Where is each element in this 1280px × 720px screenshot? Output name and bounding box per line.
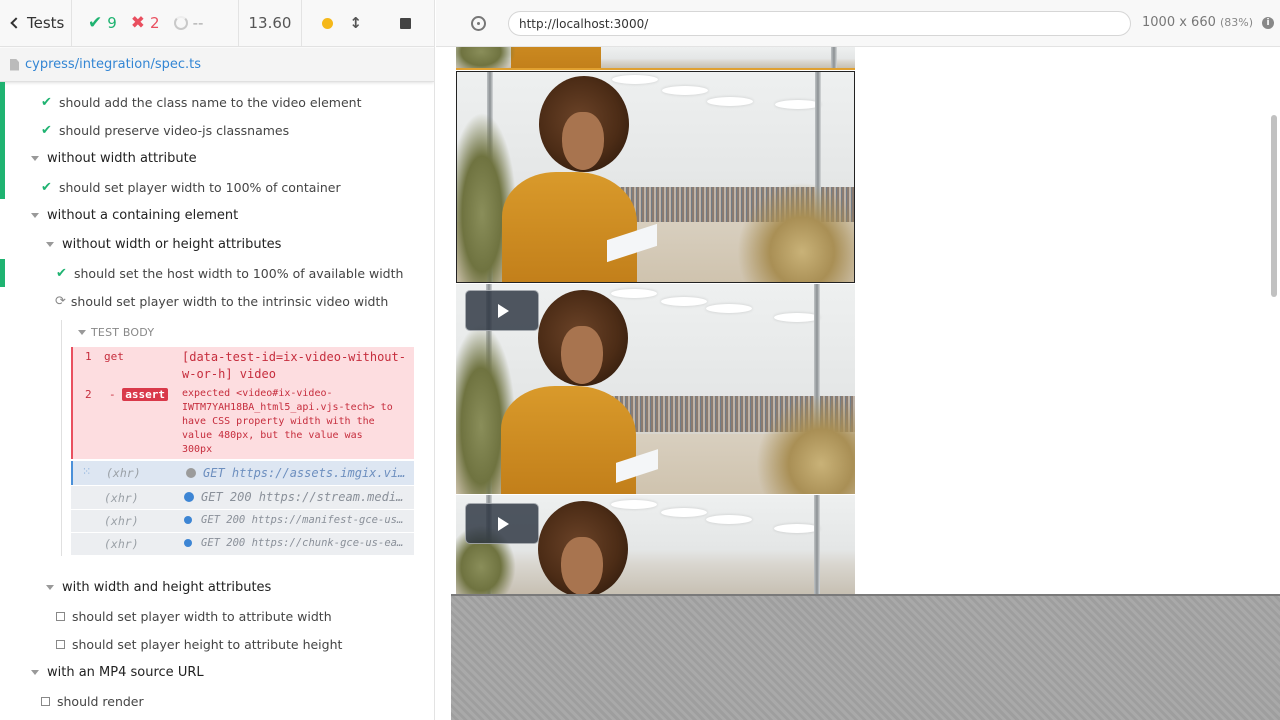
status-dot-icon	[186, 468, 196, 478]
suite-row[interactable]: without width or height attributes	[0, 234, 420, 254]
pending-square-icon	[56, 611, 65, 621]
x-icon: ✖	[130, 13, 146, 33]
run-controls: ↕	[302, 0, 434, 47]
tests-label: Tests	[27, 14, 65, 32]
stats-bar: Tests ✔ 9 ✖ 2 -- 13.60 ↕	[0, 0, 434, 47]
info-icon[interactable]: i	[1262, 17, 1274, 29]
suite-row[interactable]: with width and height attributes	[0, 577, 420, 597]
play-button[interactable]	[465, 290, 539, 331]
check-icon: ✔	[41, 94, 52, 110]
play-icon	[498, 516, 509, 531]
pending-square-icon	[41, 696, 50, 706]
duration: 13.60	[239, 0, 302, 47]
aut-overflow-area	[451, 594, 1280, 720]
aut-iframe	[451, 47, 1280, 594]
running-dot-icon	[322, 17, 334, 29]
test-row[interactable]: ✔ should add the class name to the video…	[0, 82, 420, 112]
spec-path-link[interactable]: cypress/integration/spec.ts	[25, 57, 201, 72]
spinner-icon: ⁙	[82, 465, 92, 478]
spec-header: cypress/integration/spec.ts	[0, 48, 434, 82]
failed-count: ✖ 2	[130, 13, 160, 33]
passed-count: ✔ 9	[88, 13, 117, 33]
chevron-down-icon	[78, 330, 86, 335]
command-message: [data-test-id=ix-video-without-w-or-h] v…	[182, 350, 406, 381]
pending-circle-icon	[173, 16, 188, 30]
viewport-info: 1000 x 660 (83%)	[1142, 15, 1254, 30]
stop-icon[interactable]	[400, 17, 411, 29]
status-dot-icon	[184, 492, 194, 502]
xhr-row[interactable]: (xhr) GET 200 https://manifest-gce-us-e…	[71, 510, 414, 532]
test-row[interactable]: ✔ should set the host width to 100% of a…	[0, 259, 420, 287]
check-icon: ✔	[41, 122, 52, 138]
xhr-row[interactable]: ⁙ (xhr) GET https://assets.imgix.vi…	[71, 461, 414, 485]
url-bar[interactable]: http://localhost:3000/	[508, 11, 1131, 36]
xhr-row[interactable]: (xhr) GET 200 https://stream.medi…	[71, 486, 414, 509]
selector-playground-icon[interactable]	[471, 16, 486, 31]
command-get[interactable]: 1 get [data-test-id=ix-video-without-w-o…	[71, 347, 414, 384]
test-body-header[interactable]: TEST BODY	[78, 326, 154, 339]
status-dot-icon	[184, 539, 192, 547]
check-icon: ✔	[56, 265, 67, 281]
tests-back-button[interactable]: Tests	[0, 0, 72, 47]
suite-row[interactable]: without width attribute	[0, 140, 420, 168]
suite-row[interactable]: without a containing element	[0, 205, 420, 225]
play-icon	[498, 303, 509, 318]
chevron-left-icon	[10, 17, 22, 29]
check-icon: ✔	[88, 13, 103, 33]
video-player[interactable]	[456, 47, 855, 70]
file-icon	[10, 58, 19, 71]
command-guide-line	[61, 320, 62, 556]
test-counts: ✔ 9 ✖ 2 --	[72, 0, 239, 47]
video-player[interactable]	[456, 284, 855, 494]
test-row[interactable]: should render	[0, 691, 420, 711]
chevron-down-icon	[31, 669, 39, 675]
test-row[interactable]: should set player width to attribute wid…	[0, 606, 420, 626]
status-dot-icon	[184, 516, 192, 524]
assert-badge: assert	[122, 388, 168, 401]
check-icon: ✔	[41, 179, 52, 195]
pending-count: --	[173, 14, 203, 32]
test-row-running[interactable]: ⟳ should set player width to the intrins…	[0, 291, 420, 311]
aut-scrollbar[interactable]	[1271, 115, 1277, 297]
chevron-down-icon	[46, 584, 54, 590]
assertion-error-message: expected <video#ix-video- IWTM7YAH18BA_h…	[182, 388, 393, 455]
chevron-down-icon	[46, 241, 54, 247]
refresh-icon: ⟳	[55, 293, 66, 309]
test-row[interactable]: ✔ should preserve video-js classnames	[0, 112, 420, 140]
reporter-panel: Tests ✔ 9 ✖ 2 -- 13.60 ↕ cypress/integra…	[0, 0, 435, 720]
video-player[interactable]	[456, 71, 855, 283]
resize-arrows-icon[interactable]: ↕	[349, 14, 362, 32]
video-player[interactable]	[456, 495, 855, 594]
pending-square-icon	[56, 639, 65, 649]
play-button[interactable]	[465, 503, 539, 544]
chevron-down-icon	[31, 155, 39, 161]
chevron-down-icon	[31, 212, 39, 218]
test-row[interactable]: ✔ should set player width to 100% of con…	[0, 168, 420, 199]
xhr-row[interactable]: (xhr) GET 200 https://chunk-gce-us-east…	[71, 533, 414, 555]
test-row[interactable]: should set player height to attribute he…	[0, 634, 420, 654]
command-assert[interactable]: 2 - assert expected <video#ix-video- IWT…	[71, 384, 414, 459]
suite-row[interactable]: with an MP4 source URL	[0, 662, 420, 682]
